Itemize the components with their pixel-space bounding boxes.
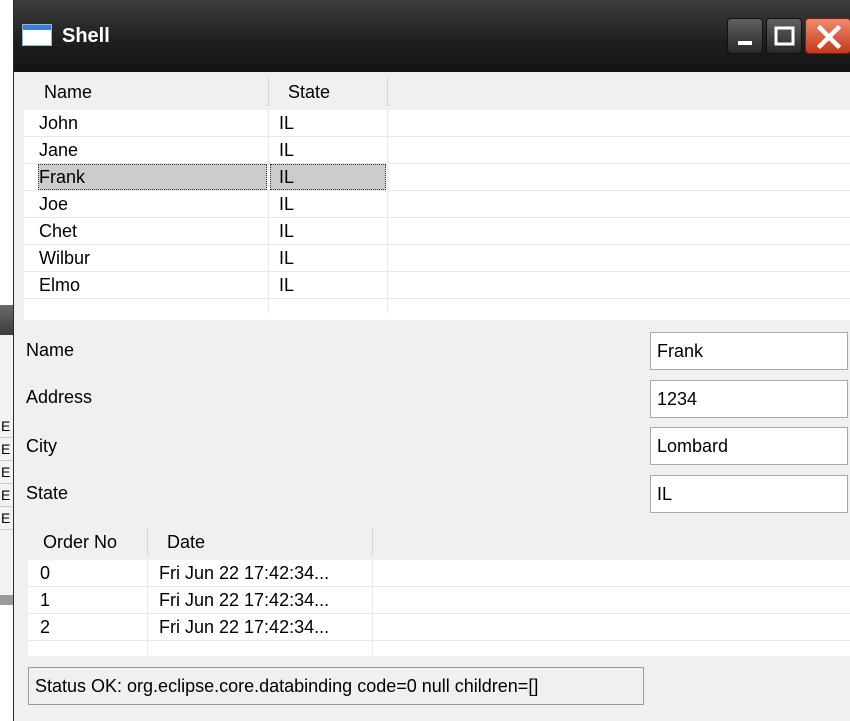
background-row: E [0,415,14,438]
table-row[interactable]: 1 Fri Jun 22 17:42:34... [28,587,850,614]
background-row: E [0,484,14,507]
column-header-order-no[interactable]: Order No [43,522,117,560]
cell-name: Frank [39,167,86,187]
background-window-rows: E E E E E [0,415,14,530]
background-row: E [0,461,14,484]
background-row: E [0,438,14,461]
city-field[interactable] [650,427,848,465]
cell-state: IL [279,248,295,268]
cell-name: Joe [39,194,69,214]
close-button[interactable] [805,18,850,54]
cell-state: IL [279,113,295,133]
background-row: E [0,507,14,530]
minimize-icon [738,41,752,45]
name-label: Name [26,340,75,360]
table-row[interactable]: Jane IL [24,137,850,164]
cell-name: Chet [39,221,78,241]
cell-date: Fri Jun 22 17:42:34... [159,590,330,610]
table-row[interactable]: 2 Fri Jun 22 17:42:34... [28,614,850,641]
table-row[interactable]: Chet IL [24,218,850,245]
people-table-body: John IL Jane IL Frank IL Joe IL Chet IL [24,110,850,313]
background-window: E E E E E [0,305,14,605]
cell-state: IL [279,167,295,187]
shell-window: Shell Name State John IL Jane IL Frank I… [13,0,850,721]
table-row-selected[interactable]: Frank IL [24,164,850,191]
address-field[interactable] [650,380,848,418]
name-field[interactable] [650,332,848,370]
column-divider[interactable] [268,78,269,106]
close-icon [816,24,842,50]
window-icon [22,24,52,46]
city-label: City [26,436,57,456]
orders-table-body: 0 Fri Jun 22 17:42:34... 1 Fri Jun 22 17… [28,560,850,654]
people-table-header: Name State [24,72,850,110]
cell-order-no: 2 [40,617,51,637]
window-title: Shell [62,25,110,47]
cell-name: Wilbur [39,248,91,268]
cell-name: Jane [39,140,79,160]
table-row[interactable]: Joe IL [24,191,850,218]
cell-order-no: 1 [40,590,51,610]
maximize-button[interactable] [766,18,802,54]
maximize-icon [774,26,795,46]
people-table: Name State John IL Jane IL Frank IL Joe … [24,72,850,320]
title-bar[interactable]: Shell [14,0,850,72]
table-row[interactable]: John IL [24,110,850,137]
table-row[interactable]: Wilbur IL [24,245,850,272]
column-divider[interactable] [387,78,388,106]
orders-table: Order No Date 0 Fri Jun 22 17:42:34... 1… [28,522,850,656]
cell-date: Fri Jun 22 17:42:34... [159,563,330,583]
orders-table-header: Order No Date [28,522,850,560]
column-divider[interactable] [372,528,373,556]
column-header-state[interactable]: State [288,72,330,110]
background-window-divider [0,595,14,605]
state-field[interactable] [650,475,848,513]
address-label: Address [26,387,93,407]
column-divider[interactable] [147,528,148,556]
cell-state: IL [279,140,295,160]
cell-name: John [39,113,79,133]
state-label: State [26,483,69,503]
status-bar: Status OK: org.eclipse.core.databinding … [28,667,644,705]
cell-name: Elmo [39,275,81,295]
table-row[interactable]: 0 Fri Jun 22 17:42:34... [28,560,850,587]
column-header-name[interactable]: Name [44,72,92,110]
column-header-date[interactable]: Date [167,522,205,560]
cell-state: IL [279,194,295,214]
minimize-button[interactable] [727,18,763,54]
table-row[interactable]: Elmo IL [24,272,850,299]
background-window-toolbar [0,305,14,335]
cell-state: IL [279,221,295,241]
cell-state: IL [279,275,295,295]
cell-date: Fri Jun 22 17:42:34... [159,617,330,637]
cell-order-no: 0 [40,563,51,583]
